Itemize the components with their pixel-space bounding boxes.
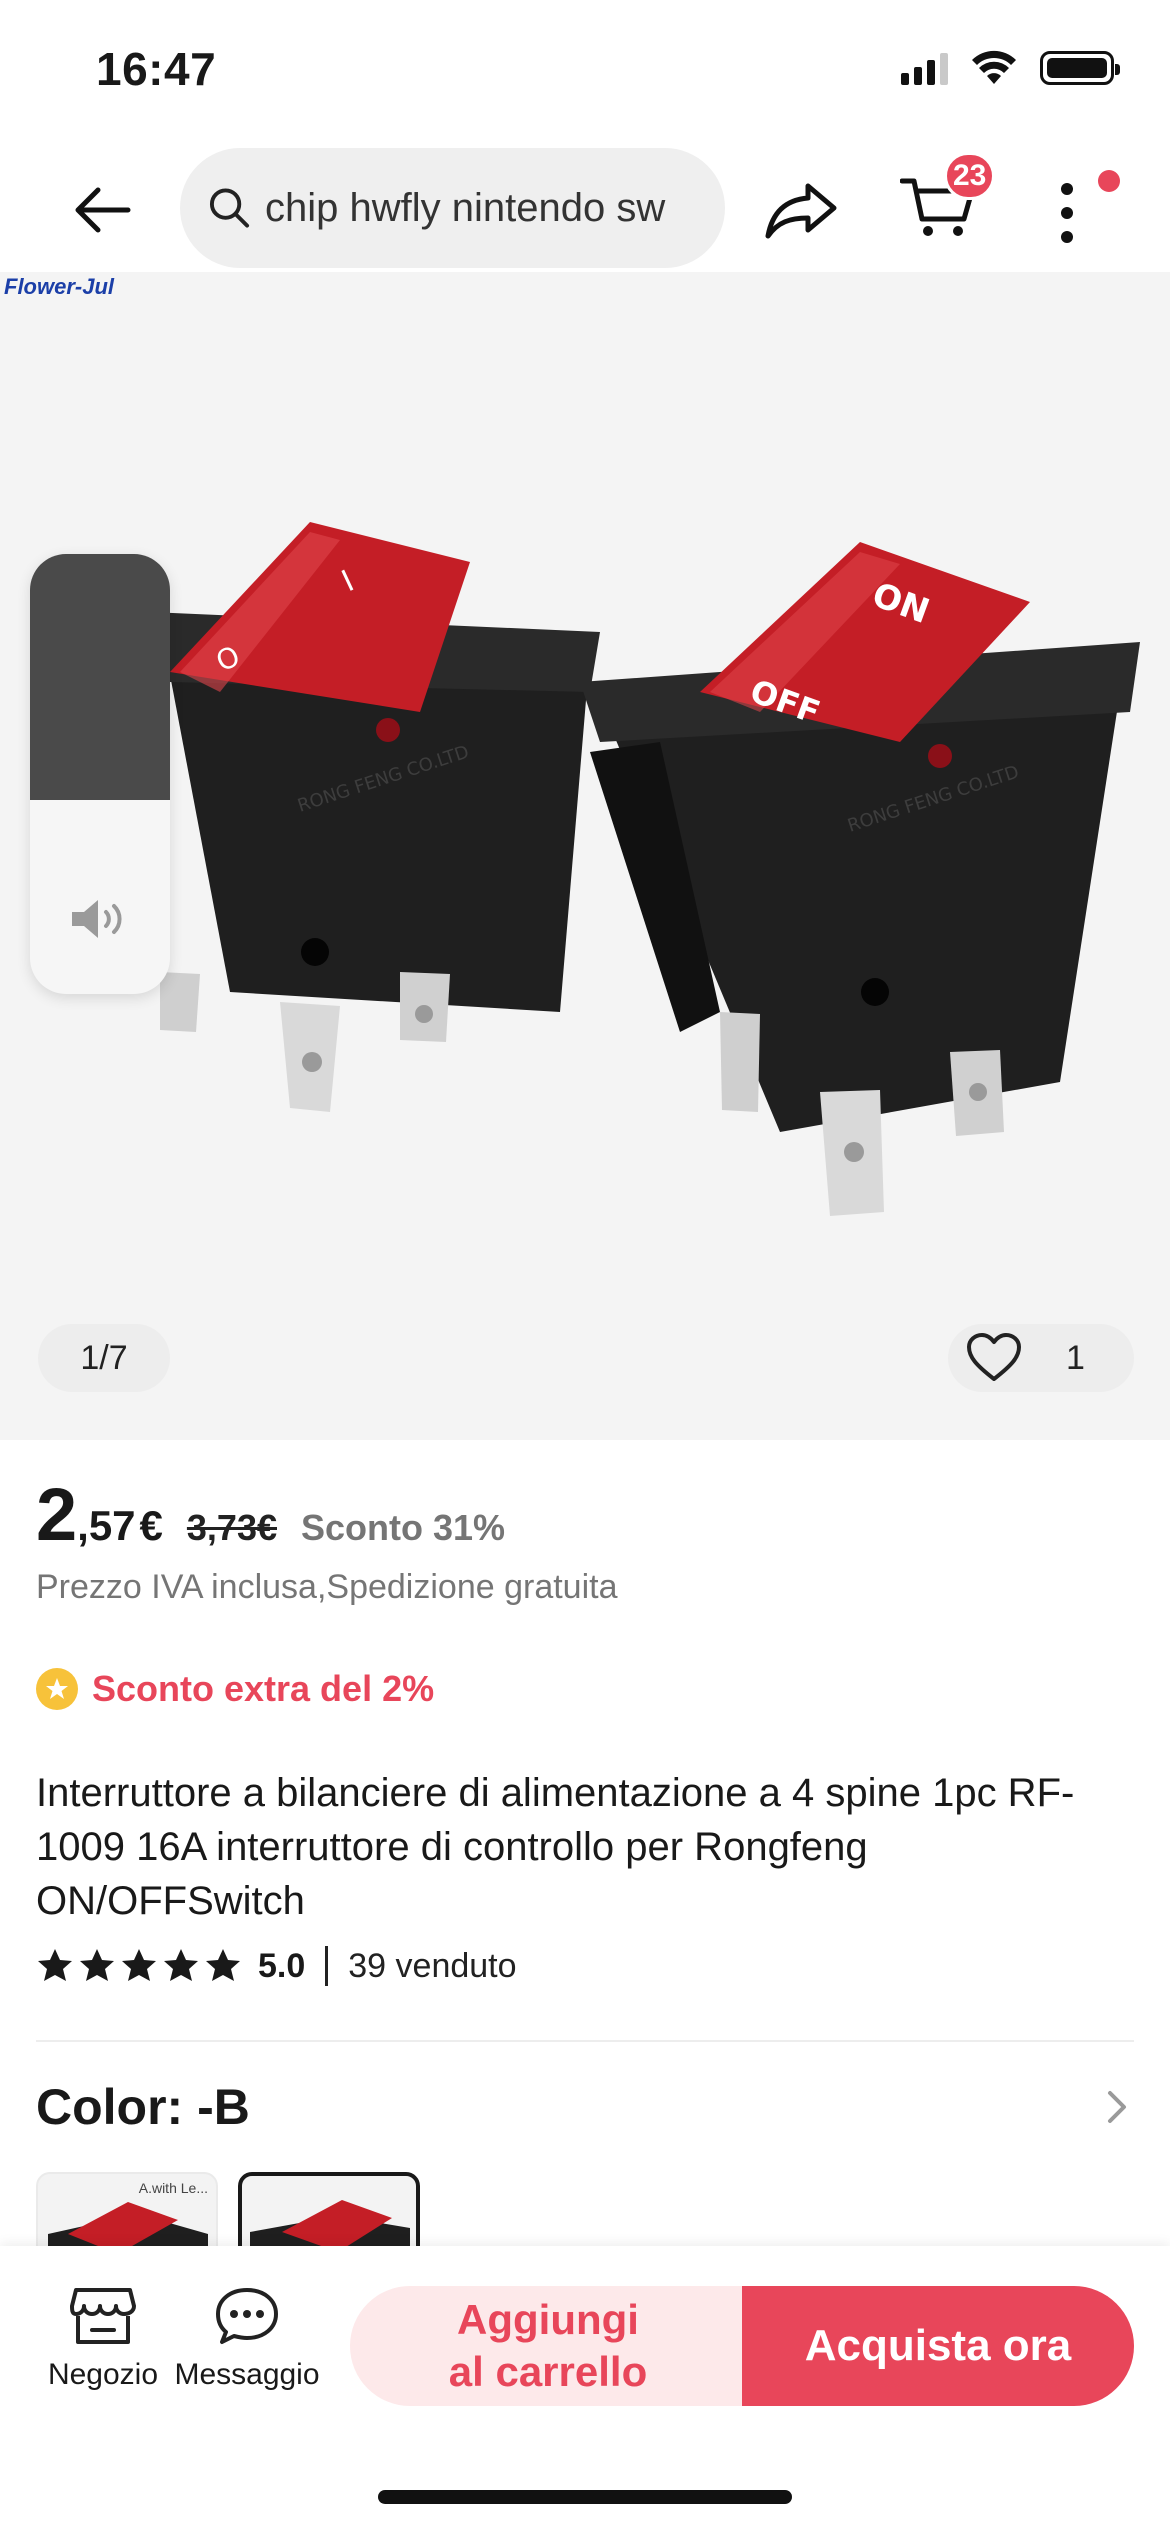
wishlist-count: 1 bbox=[1066, 1338, 1085, 1377]
sold-count: 39 venduto bbox=[348, 1946, 517, 1985]
more-options-button[interactable] bbox=[1042, 170, 1092, 256]
section-divider bbox=[36, 2040, 1134, 2042]
color-label: Color: -B bbox=[36, 2079, 250, 2135]
rating-stars bbox=[36, 1947, 242, 1985]
extra-discount-banner[interactable]: Sconto extra del 2% bbox=[36, 1668, 434, 1710]
share-icon bbox=[765, 183, 837, 239]
rating-value: 5.0 bbox=[258, 1946, 306, 1985]
color-selector-header[interactable]: Color: -B bbox=[36, 2078, 1134, 2136]
product-image: O I RONG FENG CO.LTD ON OFF RONG FENG CO… bbox=[150, 522, 1140, 1216]
top-nav: 23 bbox=[0, 140, 1170, 270]
extra-discount-text: Sconto extra del 2% bbox=[92, 1668, 435, 1709]
status-bar: 16:47 bbox=[0, 0, 1170, 140]
share-button[interactable] bbox=[760, 170, 844, 250]
store-icon bbox=[70, 2288, 136, 2344]
star-icon bbox=[38, 1949, 72, 1981]
store-label: Negozio bbox=[47, 2358, 159, 2391]
buy-now-label: Acquista ora bbox=[804, 2321, 1072, 2370]
price-row: 2 ,57 € 3,73€ Sconto 31% bbox=[36, 1472, 505, 1557]
more-vertical-icon bbox=[1061, 183, 1073, 243]
speaker-icon bbox=[72, 900, 122, 938]
tax-shipping-note: Prezzo IVA inclusa,Spedizione gratuita bbox=[36, 1568, 618, 1606]
original-price: 3,73€ bbox=[186, 1507, 277, 1548]
buy-now-button[interactable]: Acquista ora bbox=[742, 2286, 1134, 2406]
chevron-right-icon bbox=[1108, 2091, 1126, 2123]
add-to-cart-button[interactable]: Aggiungi al carrello bbox=[350, 2286, 746, 2406]
price-integer: 2 bbox=[36, 1473, 78, 1556]
search-icon bbox=[209, 188, 250, 228]
star-icon bbox=[122, 1949, 156, 1981]
watermark: Flower-Jul bbox=[4, 274, 115, 299]
right-rocker-switch: ON OFF RONG FENG CO.LTD bbox=[580, 542, 1140, 1216]
wifi-icon bbox=[972, 50, 1016, 84]
discount-label: Sconto 31% bbox=[301, 1507, 506, 1548]
coin-star-icon bbox=[36, 1668, 78, 1710]
price-decimal: ,57 bbox=[77, 1502, 136, 1549]
star-icon bbox=[206, 1949, 240, 1981]
message-button[interactable]: Messaggio bbox=[172, 2286, 322, 2392]
battery-icon bbox=[1040, 51, 1120, 85]
volume-level-fill bbox=[30, 554, 170, 801]
home-indicator[interactable] bbox=[378, 2490, 792, 2504]
rating-divider bbox=[325, 1946, 329, 1986]
search-input[interactable] bbox=[265, 185, 725, 231]
message-label: Messaggio bbox=[174, 2358, 320, 2391]
add-to-cart-label-line1: Aggiungi bbox=[457, 2296, 639, 2343]
heart-icon bbox=[967, 1333, 1021, 1381]
store-button[interactable]: Negozio bbox=[28, 2286, 178, 2392]
volume-overlay[interactable] bbox=[30, 554, 170, 994]
image-page-indicator: 1/7 bbox=[38, 1324, 170, 1392]
star-icon bbox=[164, 1949, 198, 1981]
search-bar[interactable] bbox=[180, 148, 725, 268]
cart-count-badge: 23 bbox=[944, 152, 996, 200]
notification-dot bbox=[1098, 170, 1120, 192]
chat-bubble-icon bbox=[216, 2288, 278, 2344]
price-currency: € bbox=[139, 1502, 163, 1549]
rating-row[interactable]: 5.0 39 venduto bbox=[36, 1946, 517, 1986]
add-to-cart-label-line2: al carrello bbox=[448, 2348, 648, 2395]
wishlist-button[interactable]: 1 bbox=[948, 1324, 1134, 1392]
left-rocker-switch: O I RONG FENG CO.LTD bbox=[150, 522, 600, 1112]
swatch-caption: A.with Le... bbox=[138, 2180, 208, 2196]
status-time: 16:47 bbox=[96, 43, 217, 95]
arrow-left-icon bbox=[75, 187, 131, 233]
star-icon bbox=[80, 1949, 114, 1981]
product-title: Interruttore a bilanciere di alimentazio… bbox=[36, 1771, 1075, 1923]
status-icons bbox=[901, 50, 1120, 86]
product-image-gallery[interactable]: O I RONG FENG CO.LTD ON OFF RONG FENG CO… bbox=[0, 272, 1170, 1440]
cellular-signal-icon bbox=[901, 51, 948, 85]
back-button[interactable] bbox=[62, 170, 142, 250]
